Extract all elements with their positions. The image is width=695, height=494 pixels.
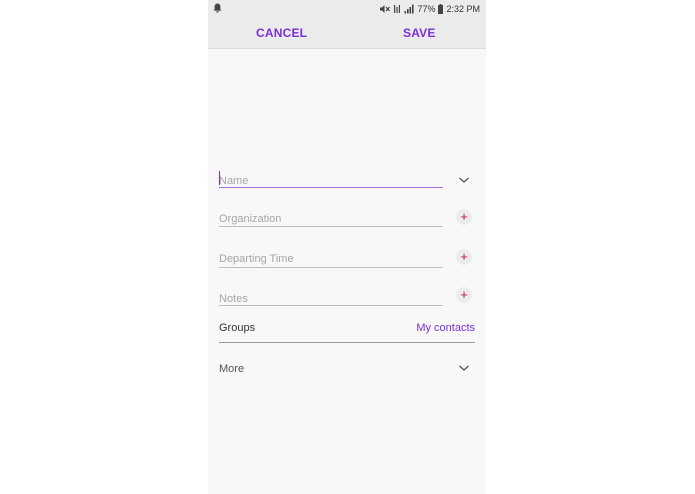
signal-icon xyxy=(404,4,415,14)
mute-icon xyxy=(379,4,391,14)
organization-input[interactable] xyxy=(219,212,443,226)
chevron-down-icon[interactable] xyxy=(456,360,472,376)
groups-divider xyxy=(219,342,475,343)
notes-input[interactable] xyxy=(219,292,443,306)
text-cursor xyxy=(219,171,220,185)
notes-field-row xyxy=(219,289,443,307)
organization-field-row xyxy=(219,209,443,227)
name-field-row xyxy=(219,171,443,189)
status-time: 2:32 PM xyxy=(446,3,480,14)
status-bar: 77% 2:32 PM xyxy=(208,0,486,17)
groups-value-link[interactable]: My contacts xyxy=(416,322,475,334)
plus-icon: + xyxy=(460,249,468,264)
cancel-button[interactable]: CANCEL xyxy=(256,26,307,40)
notification-icon xyxy=(213,3,222,13)
organization-underline xyxy=(219,226,443,227)
departing-time-input[interactable] xyxy=(219,252,443,266)
departing-time-field-row xyxy=(219,249,443,268)
status-icons: 77% 2:32 PM xyxy=(379,2,480,15)
departing-time-underline xyxy=(219,267,443,268)
add-organization-button[interactable]: + xyxy=(456,209,472,225)
more-label[interactable]: More xyxy=(219,363,244,375)
add-departing-time-button[interactable]: + xyxy=(456,249,472,265)
add-notes-button[interactable]: + xyxy=(456,287,472,303)
chevron-down-icon[interactable] xyxy=(456,172,472,188)
battery-icon xyxy=(438,3,444,14)
phone-screen: 77% 2:32 PM CANCEL SAVE + xyxy=(208,0,486,494)
battery-percent: 77% xyxy=(417,3,436,14)
plus-icon: + xyxy=(460,287,468,302)
save-button[interactable]: SAVE xyxy=(403,26,436,40)
action-toolbar: CANCEL SAVE xyxy=(208,17,486,49)
plus-icon: + xyxy=(460,209,468,224)
wifi-icon xyxy=(393,4,401,14)
name-input[interactable] xyxy=(219,174,443,188)
name-underline xyxy=(219,187,443,188)
notes-underline xyxy=(219,305,443,306)
groups-label: Groups xyxy=(219,322,256,334)
